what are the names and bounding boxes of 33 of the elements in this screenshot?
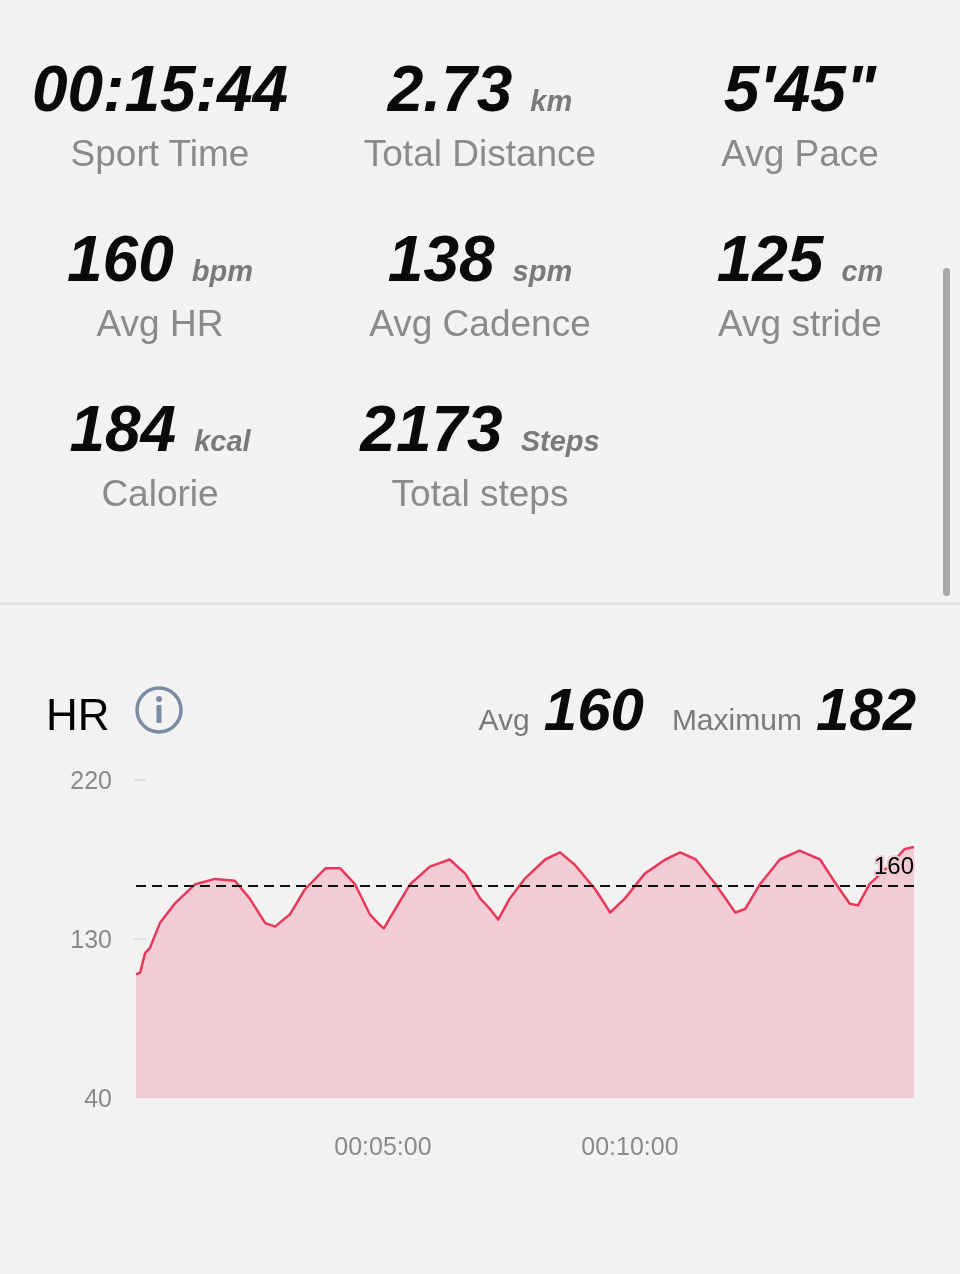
stat-label: Avg Pace (721, 132, 879, 176)
stat-label: Sport Time (70, 132, 250, 176)
x-tick-label: 00:10:00 (581, 1132, 679, 1160)
stat-unit: km (530, 85, 573, 118)
stat-label: Calorie (101, 472, 219, 516)
stat-unit: kcal (194, 425, 251, 458)
stat-unit: bpm (191, 255, 253, 288)
stat-value: 5'45" (723, 52, 877, 127)
y-tick-label: 130 (70, 925, 112, 953)
avg-label: Avg (478, 703, 530, 737)
y-tick-label: 40 (84, 1084, 112, 1112)
stat-label: Total steps (391, 472, 569, 516)
stat-label: Total Distance (363, 132, 597, 176)
stat-value: 2173 (360, 392, 503, 467)
avg-value: 160 (543, 675, 644, 744)
stat-unit: Steps (520, 425, 600, 458)
section-title: HR (46, 690, 110, 740)
x-tick-label: 00:05:00 (334, 1132, 432, 1160)
stat-value: 00:15:44 (31, 52, 289, 127)
stat-label: Avg Cadence (369, 302, 591, 346)
stat-value: 2.73 (387, 52, 513, 127)
stat-unit: cm (841, 255, 884, 288)
max-label: Maximum (671, 703, 802, 737)
stat-unit: spm (512, 255, 573, 288)
stat-label: Avg HR (96, 302, 224, 346)
info-icon[interactable] (133, 685, 184, 735)
stat-value: 138 (387, 222, 495, 297)
stat-value: 184 (69, 392, 177, 467)
stat-value: 125 (716, 222, 824, 297)
stat-value: 160 (67, 222, 174, 297)
max-value: 182 (815, 675, 916, 744)
y-tick-label: 220 (70, 766, 112, 794)
stat-label: Avg stride (718, 302, 882, 346)
